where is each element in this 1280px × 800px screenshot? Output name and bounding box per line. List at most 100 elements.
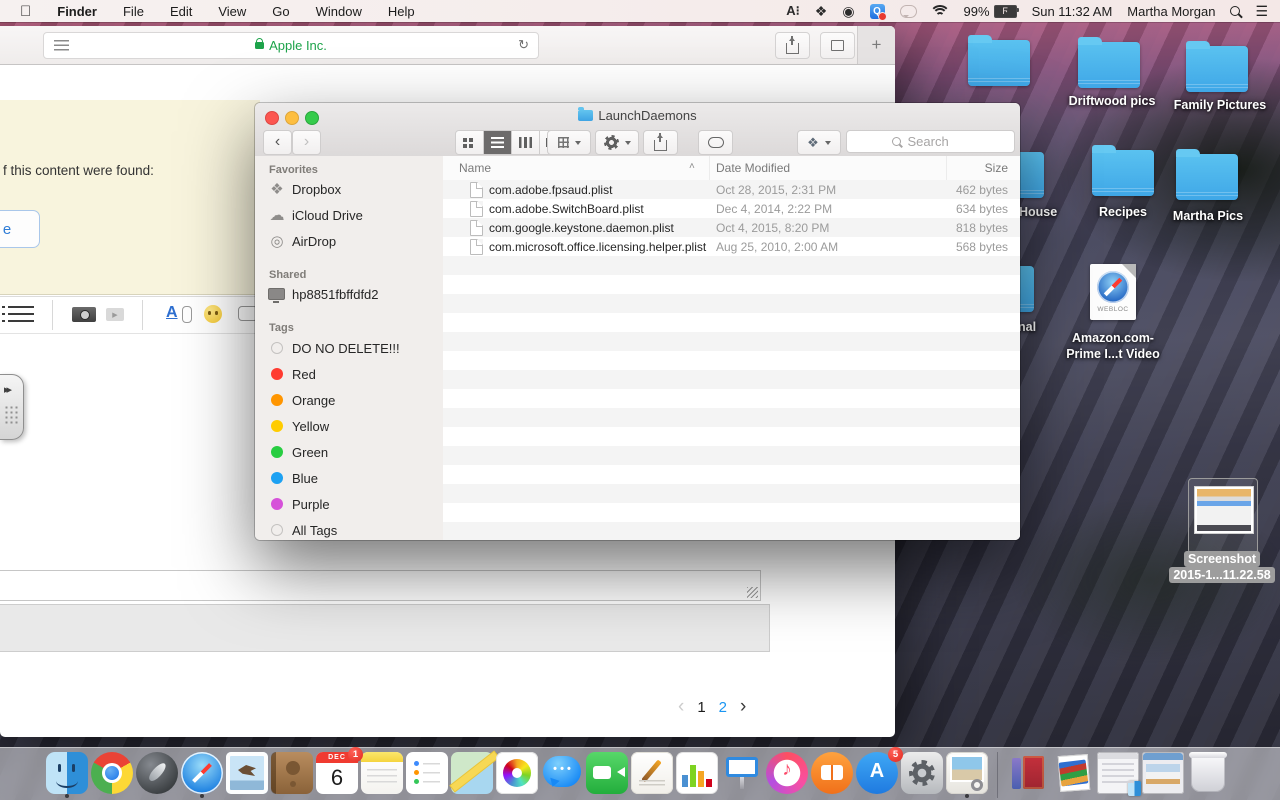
dock-maps[interactable] <box>451 752 493 794</box>
column-header-name[interactable]: Name <box>459 161 491 175</box>
action-button[interactable] <box>595 130 639 155</box>
reply-textarea[interactable] <box>0 570 761 601</box>
page-2-link[interactable]: 2 <box>719 699 727 716</box>
desktop-folder-unnamed[interactable] <box>968 35 1030 86</box>
dock-preview[interactable] <box>946 752 988 794</box>
chat-bubble-status-icon[interactable] <box>899 2 917 20</box>
address-bar[interactable]: Apple Inc. ↻ <box>43 32 539 59</box>
menubar-menu-finder[interactable]: Finder <box>57 4 97 19</box>
column-header-size[interactable]: Size <box>985 161 1008 175</box>
sidebar-tag-all-tags[interactable]: All Tags <box>255 519 443 540</box>
partial-button[interactable]: e <box>0 210 40 248</box>
dock-keynote[interactable] <box>721 752 763 794</box>
finder-search-field[interactable] <box>846 130 1015 153</box>
dock-calendar[interactable]: DEC 6 1 <box>316 747 363 794</box>
sidebar-tag-orange[interactable]: Orange <box>255 389 443 411</box>
desktop-webloc-amazon[interactable]: WEBLOC <box>1090 264 1136 320</box>
desktop-folder-driftwood[interactable] <box>1078 37 1140 88</box>
dropbox-menu-button[interactable]: ❖ <box>797 130 841 155</box>
menubar-menu-go[interactable]: Go <box>272 4 289 19</box>
menubar-menu-help[interactable]: Help <box>388 4 415 19</box>
dock-reminders[interactable] <box>406 752 448 794</box>
apple-menu-icon[interactable]:  <box>20 3 31 20</box>
dock-minimized-window-2[interactable] <box>1142 752 1184 794</box>
desktop-label-webloc-1[interactable]: Amazon.com- <box>1063 331 1163 345</box>
desktop-folder-recipes[interactable] <box>1092 145 1154 196</box>
dock-safari[interactable] <box>181 752 223 794</box>
dock-system-preferences[interactable] <box>901 752 943 794</box>
finder-share-button[interactable] <box>643 130 678 155</box>
arrange-button[interactable] <box>547 130 591 155</box>
adobe-cc-icon[interactable]: A⁝ <box>786 2 800 20</box>
page-1-link[interactable]: 1 <box>697 699 705 716</box>
reader-icon[interactable] <box>54 40 69 51</box>
back-button[interactable]: ‹ <box>263 130 292 155</box>
menubar-menu-edit[interactable]: Edit <box>170 4 192 19</box>
battery-indicator[interactable]: 99% Ϝ <box>964 2 1019 20</box>
dock-appstore[interactable]: 5 <box>856 747 903 794</box>
desktop-label-house[interactable]: House <box>1019 205 1057 219</box>
file-row[interactable]: com.adobe.SwitchBoard.plist Dec 4, 2014,… <box>443 199 1020 218</box>
menubar-user[interactable]: Martha Morgan <box>1127 4 1215 19</box>
camera-icon[interactable] <box>72 307 96 322</box>
dock-notes[interactable] <box>361 752 403 794</box>
q-app-status-icon[interactable]: Q <box>869 3 887 21</box>
finder-titlebar[interactable]: LaunchDaemons ‹ › ❖ <box>255 103 1020 157</box>
wifi-icon[interactable] <box>931 4 949 18</box>
dock-trash[interactable] <box>1189 752 1227 792</box>
emoji-icon[interactable] <box>204 305 222 323</box>
dock-pages[interactable] <box>631 752 673 794</box>
file-row[interactable]: com.microsoft.office.licensing.helper.pl… <box>443 237 1020 256</box>
menubar-menu-file[interactable]: File <box>123 4 144 19</box>
text-format-icon[interactable]: A <box>166 304 178 322</box>
desktop-label-webloc-2[interactable]: Prime I...t Video <box>1055 347 1171 361</box>
search-input[interactable] <box>905 133 970 150</box>
dock-launchpad[interactable] <box>136 752 178 794</box>
desktop-label-family[interactable]: Family Pictures <box>1158 98 1280 112</box>
sidebar-tag-yellow[interactable]: Yellow <box>255 415 443 437</box>
ordered-list-icon[interactable] <box>2 306 34 322</box>
new-tab-button[interactable]: + <box>857 26 895 64</box>
tags-button[interactable] <box>698 130 733 155</box>
sidebar-tag-blue[interactable]: Blue <box>255 467 443 489</box>
dock-finder[interactable] <box>46 752 88 794</box>
list-view-button[interactable] <box>484 131 512 154</box>
resize-grip-icon[interactable] <box>747 587 758 598</box>
sidebar-item-dropbox[interactable]: ❖ Dropbox <box>255 178 443 200</box>
eye-status-icon[interactable]: ◉ <box>842 2 854 20</box>
desktop-label-recipes[interactable]: Recipes <box>1092 205 1154 219</box>
file-row[interactable]: com.google.keystone.daemon.plist Oct 4, … <box>443 218 1020 237</box>
desktop-label-partial[interactable]: nal <box>1018 320 1036 334</box>
dock-mail[interactable] <box>226 752 268 794</box>
sidebar-tag-purple[interactable]: Purple <box>255 493 443 515</box>
forward-button[interactable]: › <box>292 130 321 155</box>
icon-view-button[interactable] <box>456 131 484 154</box>
page-next-icon[interactable]: › <box>740 696 746 718</box>
menubar-menu-window[interactable]: Window <box>316 4 362 19</box>
sidebar-item-icloud-drive[interactable]: ☁ iCloud Drive <box>255 204 443 226</box>
dock-minimized-window-1[interactable] <box>1097 752 1141 796</box>
dock-chrome[interactable] <box>91 752 133 794</box>
sidebar-tag-red[interactable]: Red <box>255 363 443 385</box>
sidebar-tag-green[interactable]: Green <box>255 441 443 463</box>
notification-center-icon[interactable]: ☰ <box>1255 2 1268 20</box>
dock-books-stack[interactable] <box>1052 752 1094 794</box>
column-header-date[interactable]: Date Modified <box>716 161 790 175</box>
desktop-folder-family[interactable] <box>1186 41 1248 92</box>
dock-ibooks[interactable] <box>811 752 853 794</box>
menubar-clock[interactable]: Sun 11:32 AM <box>1032 4 1113 19</box>
dock-facetime[interactable] <box>586 752 628 794</box>
sidebar-item-shared-computer[interactable]: hp8851fbffdfd2 <box>255 283 443 305</box>
dropbox-status-icon[interactable]: ❖ <box>815 2 828 20</box>
dock-photos[interactable] <box>496 752 538 794</box>
share-button[interactable] <box>775 32 810 59</box>
menubar-menu-view[interactable]: View <box>218 4 246 19</box>
desktop-screenshot-selected[interactable] <box>1188 478 1258 554</box>
dock-numbers[interactable] <box>676 752 718 794</box>
column-view-button[interactable] <box>512 131 540 154</box>
desktop-label-martha[interactable]: Martha Pics <box>1160 209 1256 223</box>
file-row[interactable]: com.adobe.fpsaud.plist Oct 28, 2015, 2:3… <box>443 180 1020 199</box>
desktop-label-screenshot-2[interactable]: 2015-1...11.22.58 <box>1152 566 1280 584</box>
dock-messages[interactable] <box>541 752 583 794</box>
dock-itunes[interactable] <box>766 752 808 794</box>
